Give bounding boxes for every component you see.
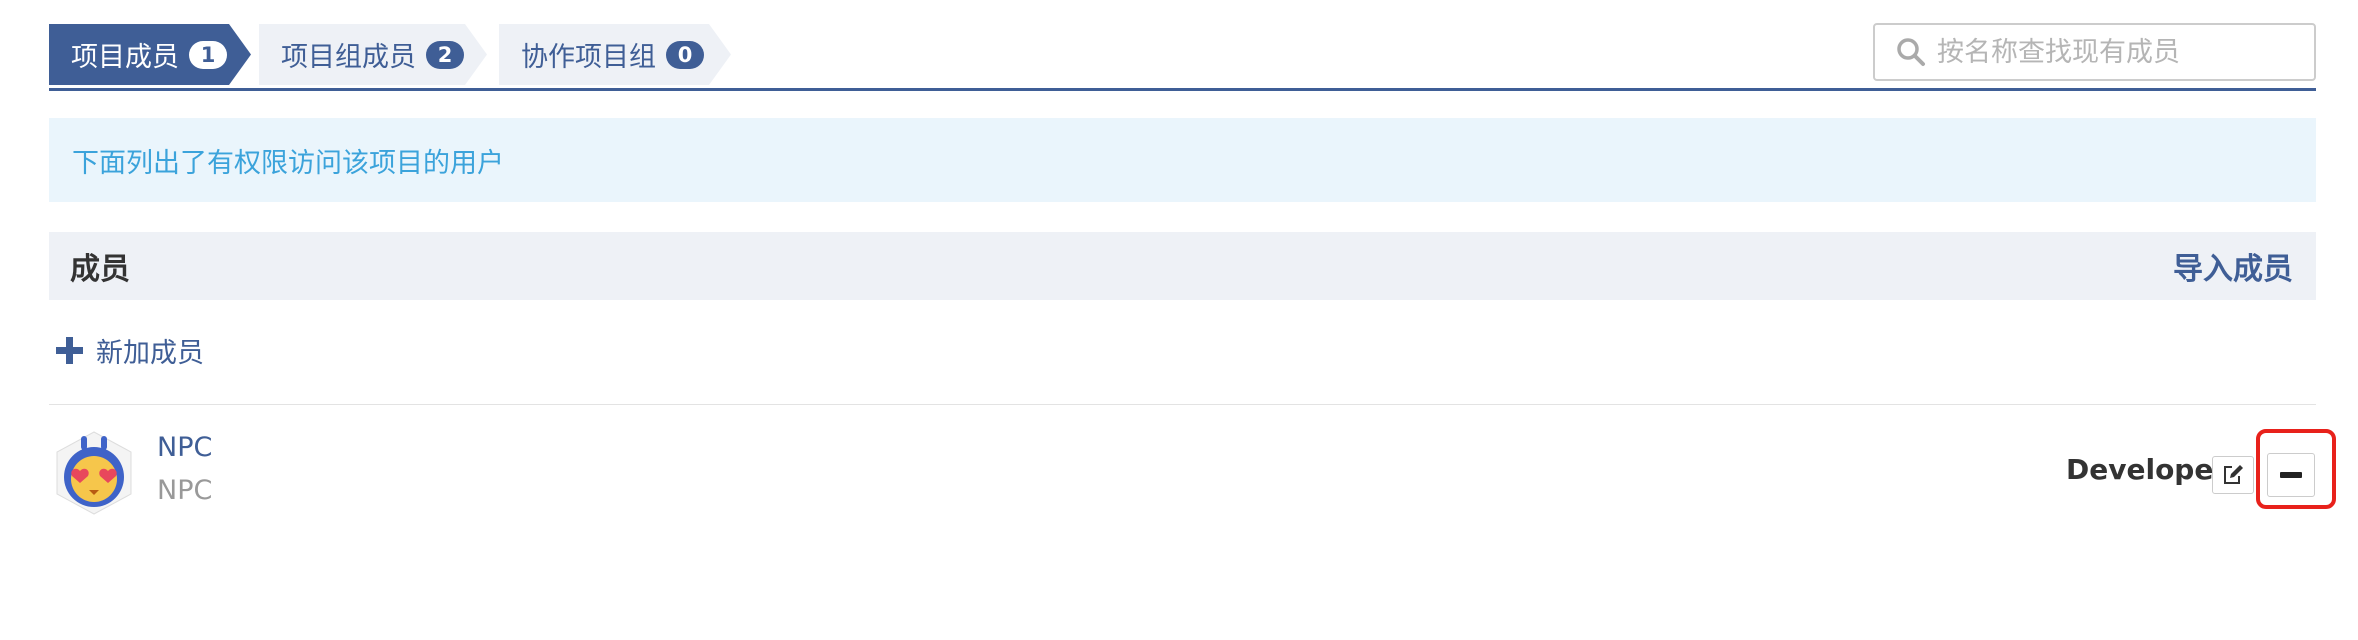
edit-icon: [2224, 465, 2243, 484]
avatar[interactable]: [51, 430, 137, 516]
divider: [49, 404, 2316, 405]
tab-label: 协作项目组: [521, 42, 656, 73]
info-text: 下面列出了有权限访问该项目的用户: [72, 147, 504, 179]
member-username: NPC: [157, 475, 213, 506]
add-member-button[interactable]: 新加成员: [56, 330, 204, 370]
info-banner: 下面列出了有权限访问该项目的用户: [49, 118, 2316, 202]
count-badge: 1: [189, 41, 227, 69]
tab-project-members[interactable]: 项目成员 1: [49, 24, 251, 85]
member-role: Developer: [2066, 453, 2228, 486]
minus-icon: [2280, 472, 2302, 478]
remove-member-button[interactable]: [2267, 453, 2315, 497]
search-icon: [1897, 38, 1925, 66]
edit-member-button[interactable]: [2212, 456, 2254, 494]
member-name[interactable]: NPC: [157, 432, 212, 463]
members-section-header: 成员 导入成员: [49, 232, 2316, 300]
count-badge: 0: [666, 41, 704, 69]
tab-shared-groups[interactable]: 协作项目组 0: [499, 24, 731, 85]
plus-icon: [56, 336, 83, 364]
search-input[interactable]: [1937, 36, 2297, 68]
add-member-label: 新加成员: [96, 337, 204, 369]
tab-label: 项目组成员: [281, 42, 416, 73]
tab-label: 项目成员: [71, 42, 179, 73]
member-search-box[interactable]: [1873, 23, 2316, 81]
project-members-page: 项目成员 1 项目组成员 2 协作项目组 0 下面列出了有权限访问该项目的用户 …: [0, 0, 2358, 640]
count-badge: 2: [426, 41, 464, 69]
import-members-link[interactable]: 导入成员: [2173, 244, 2293, 288]
section-title: 成员: [70, 252, 130, 287]
tab-group-members[interactable]: 项目组成员 2: [259, 24, 487, 85]
member-row: NPC NPC Developer: [49, 420, 2316, 520]
